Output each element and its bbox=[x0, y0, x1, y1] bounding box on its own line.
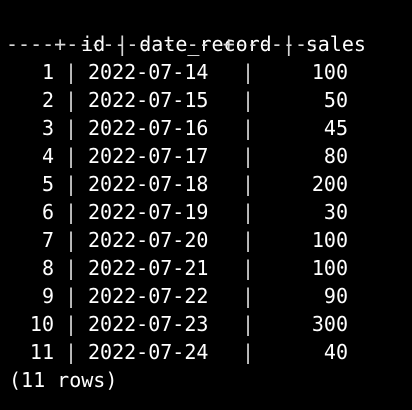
cell-sales: 100 bbox=[311, 256, 348, 280]
cell-sales: 90 bbox=[323, 284, 348, 308]
cell-id: 3 bbox=[41, 116, 54, 140]
cell-date-record: 2022-07-17 bbox=[88, 144, 209, 168]
table-row: 3 | 2022-07-16 | 45 bbox=[9, 114, 348, 142]
cell-sales: 30 bbox=[323, 200, 348, 224]
table-row: 6 | 2022-07-19 | 30 bbox=[9, 198, 348, 226]
cell-date-record: 2022-07-18 bbox=[88, 172, 209, 196]
cell-date-record: 2022-07-21 bbox=[88, 256, 209, 280]
column-separator: | bbox=[241, 284, 255, 308]
column-separator: | bbox=[64, 144, 78, 168]
cell-sales: 45 bbox=[323, 116, 348, 140]
table-row: 7 | 2022-07-20 | 100 bbox=[9, 226, 348, 254]
column-separator: | bbox=[64, 256, 78, 280]
column-separator: | bbox=[241, 228, 255, 252]
cell-sales: 50 bbox=[323, 88, 348, 112]
cell-date-record: 2022-07-23 bbox=[88, 312, 209, 336]
column-separator: | bbox=[64, 340, 78, 364]
cell-date-record: 2022-07-16 bbox=[88, 116, 209, 140]
cell-id: 5 bbox=[41, 172, 54, 196]
cell-sales: 100 bbox=[311, 228, 348, 252]
column-separator: | bbox=[241, 144, 255, 168]
column-separator: | bbox=[64, 172, 78, 196]
cell-id: 6 bbox=[41, 200, 54, 224]
column-separator: | bbox=[241, 200, 255, 224]
table-row: 10 | 2022-07-23 | 300 bbox=[9, 310, 348, 338]
table-row: 2 | 2022-07-15 | 50 bbox=[9, 86, 348, 114]
row-count-footer: (11 rows) bbox=[9, 368, 118, 392]
table-row: 5 | 2022-07-18 | 200 bbox=[9, 170, 348, 198]
cell-id: 11 bbox=[29, 340, 54, 364]
cell-id: 2 bbox=[41, 88, 54, 112]
cell-id: 8 bbox=[41, 256, 54, 280]
cell-sales: 300 bbox=[311, 312, 348, 336]
column-separator: | bbox=[64, 200, 78, 224]
cell-date-record: 2022-07-19 bbox=[88, 200, 209, 224]
table-row: 11 | 2022-07-24 | 40 bbox=[9, 338, 348, 366]
column-separator: | bbox=[241, 116, 255, 140]
cell-id: 10 bbox=[29, 312, 54, 336]
table-row: 4 | 2022-07-17 | 80 bbox=[9, 142, 348, 170]
cell-date-record: 2022-07-22 bbox=[88, 284, 209, 308]
table-header: id | date_record | sales bbox=[9, 2, 366, 56]
column-separator: | bbox=[241, 60, 255, 84]
cell-id: 7 bbox=[41, 228, 54, 252]
cell-date-record: 2022-07-14 bbox=[88, 60, 209, 84]
cell-date-record: 2022-07-20 bbox=[88, 228, 209, 252]
column-separator: | bbox=[64, 284, 78, 308]
column-separator: | bbox=[241, 340, 255, 364]
column-separator: | bbox=[241, 88, 255, 112]
header-rule: ----+-------------+------- bbox=[6, 32, 320, 56]
cell-sales: 80 bbox=[323, 144, 348, 168]
terminal-window: id | date_record | sales ----+-------------+… bbox=[0, 0, 412, 410]
cell-date-record: 2022-07-24 bbox=[88, 340, 209, 364]
column-separator: | bbox=[241, 256, 255, 280]
table-row: 9 | 2022-07-22 | 90 bbox=[9, 282, 348, 310]
table-row: 1 | 2022-07-14 | 100 bbox=[9, 58, 348, 86]
cell-sales: 40 bbox=[323, 340, 348, 364]
column-separator: | bbox=[64, 312, 78, 336]
column-separator: | bbox=[64, 116, 78, 140]
column-separator: | bbox=[64, 88, 78, 112]
column-separator: | bbox=[64, 228, 78, 252]
cell-date-record: 2022-07-15 bbox=[88, 88, 209, 112]
column-separator: | bbox=[241, 172, 255, 196]
column-separator: | bbox=[241, 312, 255, 336]
table-row: 8 | 2022-07-21 | 100 bbox=[9, 254, 348, 282]
cell-sales: 100 bbox=[311, 60, 348, 84]
column-separator: | bbox=[64, 60, 78, 84]
cell-id: 9 bbox=[41, 284, 54, 308]
cell-id: 4 bbox=[41, 144, 54, 168]
cell-id: 1 bbox=[41, 60, 54, 84]
cell-sales: 200 bbox=[311, 172, 348, 196]
